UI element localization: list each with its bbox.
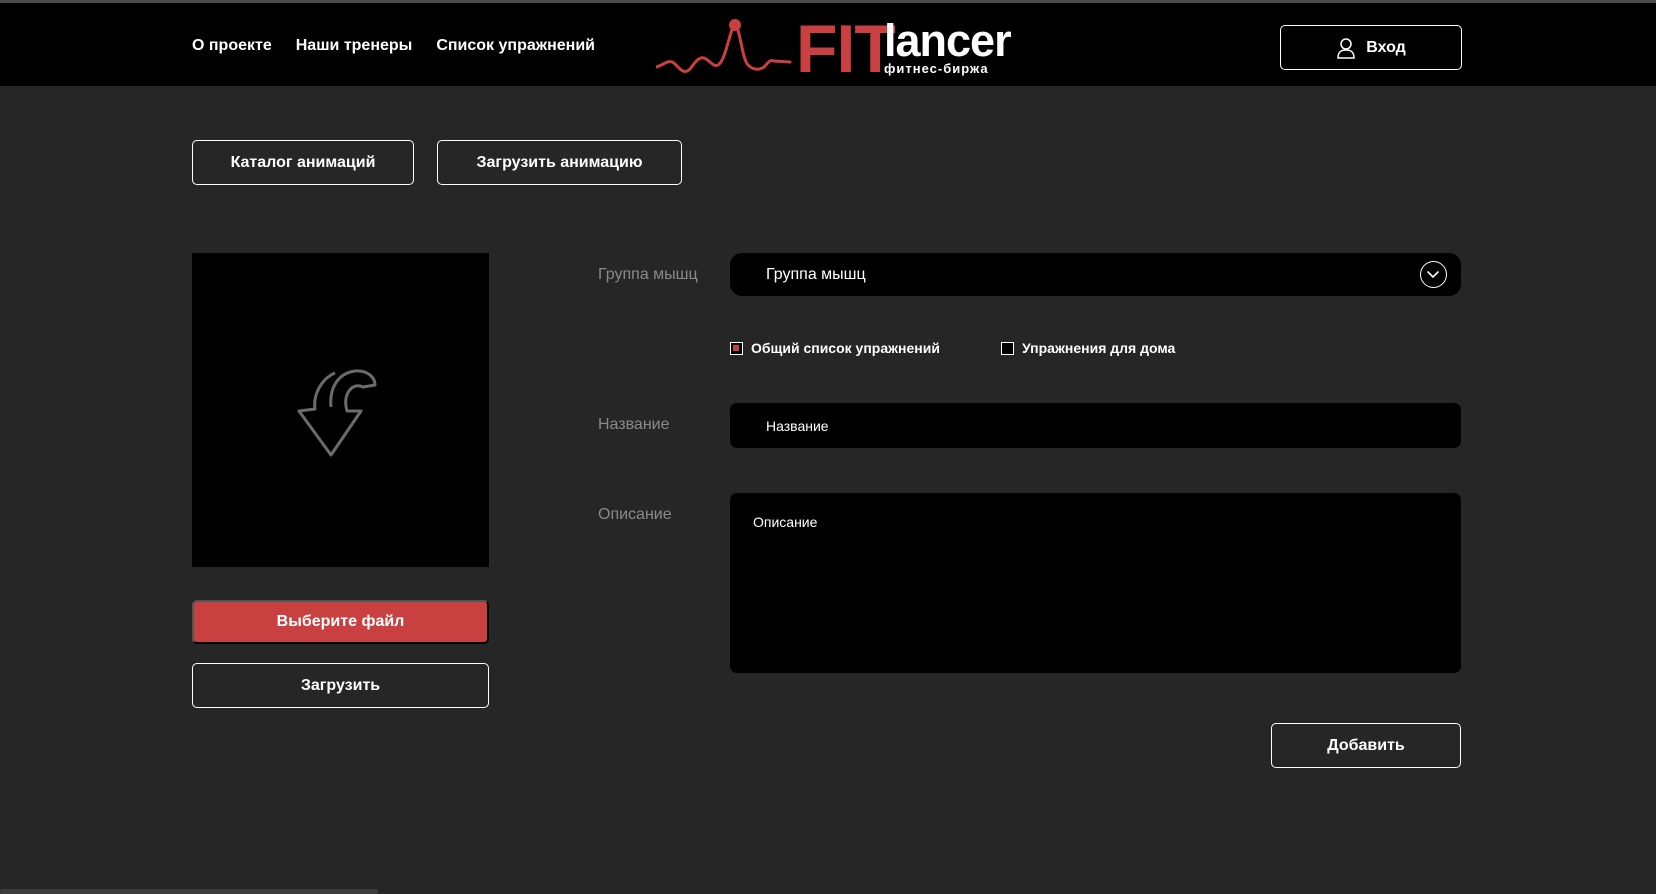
- animation-preview: [192, 253, 489, 567]
- site-header: О проекте Наши тренеры Список упражнений…: [0, 3, 1656, 86]
- login-button[interactable]: Вход: [1280, 25, 1462, 70]
- add-button[interactable]: Добавить: [1271, 723, 1461, 768]
- home-exercises-checkbox[interactable]: Упражнения для дома: [1001, 340, 1175, 356]
- name-label: Название: [598, 416, 670, 433]
- chevron-down-icon[interactable]: [1420, 261, 1447, 288]
- nav-trainers[interactable]: Наши тренеры: [296, 37, 413, 55]
- description-field[interactable]: Описание: [730, 493, 1461, 673]
- horizontal-scrollbar[interactable]: [0, 889, 378, 894]
- description-placeholder: Описание: [753, 514, 818, 530]
- upload-arrow-icon: [297, 369, 377, 457]
- muscle-group-value: Группа мышц: [766, 265, 866, 283]
- name-placeholder: Название: [766, 417, 829, 434]
- main-nav: О проекте Наши тренеры Список упражнений: [192, 37, 595, 55]
- choose-file-button[interactable]: Выберите файл: [192, 600, 489, 644]
- muscle-group-select[interactable]: Группа мышц: [730, 253, 1461, 296]
- name-field[interactable]: Название: [730, 403, 1461, 448]
- logo-fit-text: FIT: [796, 11, 896, 87]
- tab-animation-catalog[interactable]: Каталог анимаций: [192, 140, 414, 185]
- checkbox-unchecked[interactable]: [1001, 341, 1014, 355]
- nav-exercises[interactable]: Список упражнений: [436, 37, 595, 55]
- login-label: Вход: [1366, 38, 1406, 56]
- description-label: Описание: [598, 506, 672, 523]
- tab-upload-animation[interactable]: Загрузить анимацию: [437, 140, 682, 185]
- home-exercises-label: Упражнения для дома: [1022, 340, 1176, 356]
- nav-about[interactable]: О проекте: [192, 37, 272, 55]
- logo-lancer-text: lancer: [884, 15, 1012, 66]
- muscle-group-label: Группа мышц: [598, 266, 698, 283]
- user-icon: [1337, 37, 1355, 59]
- checkbox-checked[interactable]: [730, 341, 743, 355]
- logo-pulse-icon: [656, 19, 792, 73]
- general-list-checkbox[interactable]: Общий список упражнений: [730, 340, 940, 356]
- site-logo[interactable]: FIT lancer фитнес-биржа: [656, 11, 1012, 87]
- logo-tagline: фитнес-биржа: [884, 61, 989, 76]
- upload-file-button[interactable]: Загрузить: [192, 663, 489, 708]
- general-list-label: Общий список упражнений: [751, 340, 940, 356]
